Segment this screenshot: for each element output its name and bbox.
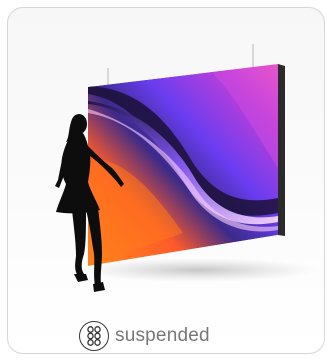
product-card: suspended [7, 7, 325, 354]
display-edge [278, 64, 285, 236]
mount-type-label: suspended [115, 325, 210, 346]
display-screen [88, 64, 278, 266]
mount-type-caption: suspended [79, 319, 210, 353]
suspended-mount-icon [79, 321, 109, 351]
suspended-display-illustration [55, 44, 318, 292]
